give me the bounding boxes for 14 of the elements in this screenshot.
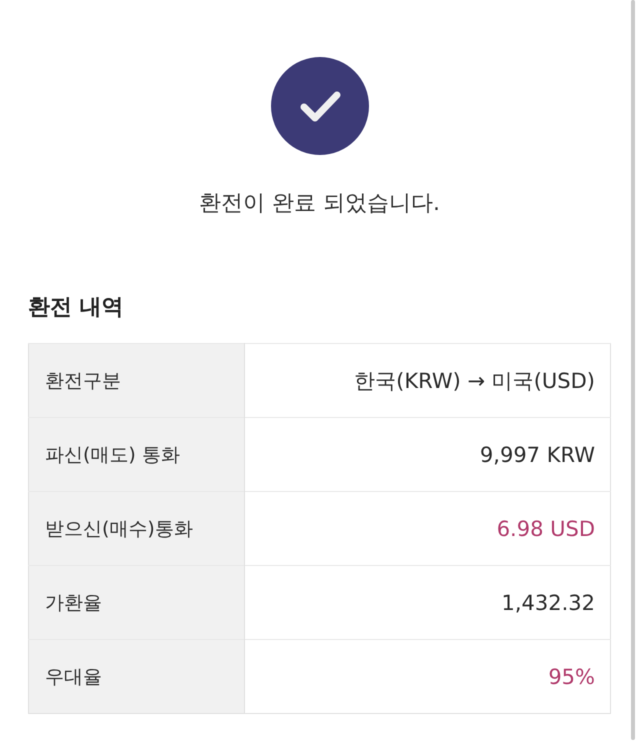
table-header-cell: 받으신(매수)통화	[28, 492, 244, 566]
check-icon	[270, 57, 368, 155]
table-header-cell: 파신(매도) 통화	[28, 418, 244, 492]
scrollbar-thumb[interactable]	[631, 0, 635, 740]
table-cell: 6.98 USD	[244, 492, 610, 566]
table-header-cell: 가환율	[28, 566, 244, 640]
table-header-cell: 환전구분	[28, 344, 244, 418]
table-cell: 한국(KRW) → 미국(USD)	[244, 344, 610, 418]
table-cell: 9,997 KRW	[244, 418, 610, 492]
table-cell: 1,432.32	[244, 566, 610, 640]
table-header-cell: 우대율	[28, 640, 244, 714]
completion-message: 환전이 완료 되었습니다.	[199, 190, 440, 218]
table-cell: 95%	[244, 640, 610, 714]
section-title: 환전 내역	[28, 294, 124, 322]
